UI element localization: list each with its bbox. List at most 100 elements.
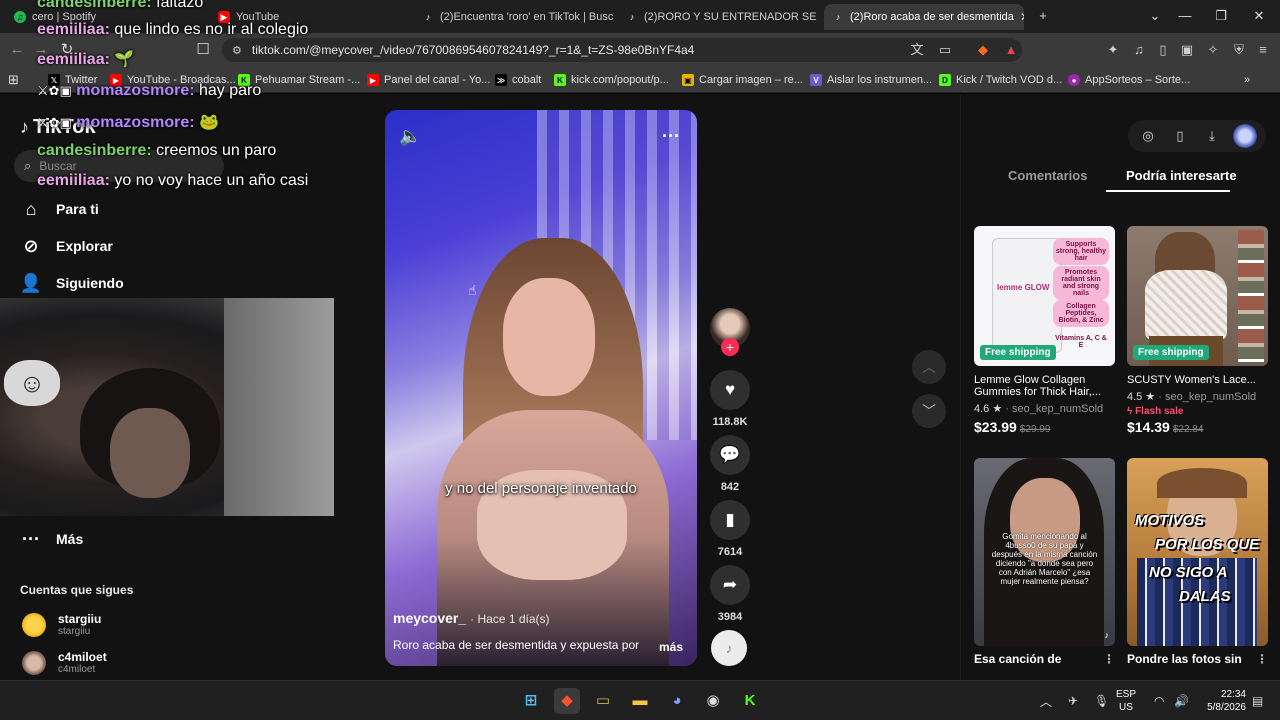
bookmark-kick-popout[interactable]: K kick.com/popout/p... bbox=[554, 71, 669, 89]
game-controller-icon[interactable]: ▭ bbox=[590, 688, 616, 714]
description-more-button[interactable]: más bbox=[659, 640, 683, 654]
bookmark-kick-twitch-vod[interactable]: D Kick / Twitch VOD d... bbox=[939, 71, 1062, 89]
rating-value: 4.6 bbox=[974, 403, 990, 415]
chat-message: ⚔✿▣ momazosmore: 🐸 bbox=[37, 112, 219, 132]
comment-button[interactable]: 💬 842 bbox=[708, 435, 752, 493]
recommended-video[interactable]: MOTIVOS POR LOS QUE NO SIGO A DALAS Pond… bbox=[1127, 458, 1268, 666]
sound-disc-icon[interactable]: ♪ bbox=[711, 630, 747, 666]
vpn-icon[interactable]: ⛨ bbox=[1230, 41, 1248, 59]
close-tab-icon[interactable]: ✕ bbox=[1020, 10, 1024, 24]
tab-podria-interesarte[interactable]: Podría interesarte bbox=[1126, 168, 1237, 183]
tab-tiktok-active[interactable]: ♪ (2)Roro acaba de ser desmentida ✕ bbox=[824, 4, 1024, 30]
bookmark-cargar-imagen[interactable]: ▣ Cargar imagen – re... bbox=[682, 71, 803, 89]
appsorteos-icon: ● bbox=[1068, 74, 1080, 86]
language-indicator[interactable]: ESP US bbox=[1116, 688, 1136, 714]
flash-sale-badge: ϟ Flash sale bbox=[1127, 406, 1268, 417]
like-button[interactable]: ♥ 118.8K bbox=[708, 370, 752, 428]
minimize-button[interactable]: — bbox=[1170, 6, 1200, 26]
bookmark-label: Kick / Twitch VOD d... bbox=[956, 74, 1063, 86]
bookmark-cobalt[interactable]: ≫ cobalt bbox=[495, 71, 541, 89]
chat-user: candesinberre: bbox=[37, 0, 152, 11]
tab-label: (2)Roro acaba de ser desmentida bbox=[850, 11, 1014, 23]
free-shipping-badge: Free shipping bbox=[1133, 345, 1209, 360]
recommended-video[interactable]: Gomita mencionando al 4busso0 de su papá… bbox=[974, 458, 1115, 666]
like-count: 118.8K bbox=[712, 416, 748, 428]
tray-app-icon[interactable]: ✈ bbox=[1068, 681, 1078, 720]
bookmark-appsorteos[interactable]: ● AppSorteos – Sorte... bbox=[1068, 71, 1190, 89]
video-title: Pondre las fotos sin bbox=[1127, 652, 1242, 666]
microphone-icon[interactable]: 🎙 bbox=[1094, 681, 1109, 720]
thumb-overlay-text: MOTIVOS bbox=[1135, 512, 1205, 529]
volume-icon[interactable]: 🔈 bbox=[399, 126, 421, 148]
menu-icon[interactable]: ≡ bbox=[1254, 41, 1272, 59]
chat-text: que lindo es no ir al colegio bbox=[114, 21, 309, 38]
share-button[interactable]: ➦ 3984 bbox=[708, 565, 752, 623]
seller-name: seo_kep_numSold bbox=[1012, 403, 1104, 415]
nav-label: Para ti bbox=[56, 201, 99, 217]
profile-avatar[interactable] bbox=[1233, 124, 1257, 148]
sidebar-icon[interactable]: ▯ bbox=[1154, 41, 1172, 59]
tab-tiktok-search[interactable]: ♪ (2)Encuentra 'roro' en TikTok | Busca bbox=[414, 4, 614, 30]
product-image: Free shipping bbox=[1127, 226, 1268, 366]
video-title-row: Pondre las fotos sin ⋮ bbox=[1127, 652, 1268, 666]
video-options-icon[interactable]: ⋮ bbox=[1256, 652, 1268, 666]
media-icon[interactable]: ♫ bbox=[1130, 41, 1148, 59]
clock[interactable]: 22:34 5/8/2026 bbox=[1196, 688, 1246, 714]
next-video-button[interactable]: ﹀ bbox=[912, 394, 946, 428]
notifications-icon[interactable]: ▤ bbox=[1252, 681, 1263, 720]
leo-ai-icon[interactable]: ✧ bbox=[1204, 41, 1222, 59]
file-explorer-icon[interactable]: ▬ bbox=[627, 688, 653, 714]
save-button[interactable]: ▮ 7614 bbox=[708, 500, 752, 558]
thumb-hair bbox=[1157, 468, 1247, 498]
account-c4miloet[interactable]: c4miloet c4miloet bbox=[22, 650, 107, 676]
obs-icon[interactable]: ◉ bbox=[700, 688, 726, 714]
nav-mas[interactable]: ··· Más bbox=[20, 528, 83, 550]
bookmark-label: Cargar imagen – re... bbox=[699, 74, 803, 86]
coin-icon[interactable]: ◎ bbox=[1137, 128, 1159, 144]
product-claim: Supports strong, healthy hair bbox=[1053, 238, 1109, 265]
video-player[interactable]: 🔈 ··· y no del personaje inventado meyco… bbox=[385, 110, 697, 666]
discord-icon[interactable]: ◕ bbox=[664, 688, 690, 714]
tab-label: (2)Encuentra 'roro' en TikTok | Busca bbox=[440, 11, 614, 23]
tab-search-button[interactable]: ⌄ bbox=[1140, 6, 1170, 26]
account-stargiiu[interactable]: stargiiu stargiiu bbox=[22, 612, 101, 638]
chat-message: eemiiliaa: 🌱 bbox=[37, 49, 134, 69]
tab-comentarios[interactable]: Comentarios bbox=[1008, 168, 1087, 183]
bookmark-label: cobalt bbox=[512, 74, 542, 86]
youtube-icon: ▶ bbox=[367, 74, 379, 86]
product-card[interactable]: lemme GLOW Supports strong, healthy hair… bbox=[974, 226, 1115, 435]
more-bookmarks-icon[interactable]: » bbox=[1244, 71, 1250, 89]
video-options-icon[interactable]: ⋮ bbox=[1103, 652, 1115, 666]
chat-user: eemiiliaa: bbox=[37, 51, 110, 68]
cast-icon[interactable]: ▭ bbox=[936, 41, 954, 59]
bookmark-aislar[interactable]: V Aislar los instrumen... bbox=[810, 71, 932, 89]
tab-tiktok-roro[interactable]: ♪ (2)RORO Y SU ENTRENADOR SE TIENE bbox=[618, 4, 818, 30]
bookmark-panel-canal[interactable]: ▶ Panel del canal - Yo... bbox=[367, 71, 490, 89]
nav-explorar[interactable]: ⊘ Explorar bbox=[20, 235, 112, 257]
maximize-button[interactable]: ❐ bbox=[1206, 6, 1236, 26]
brave-shields-icon[interactable]: ◆ bbox=[974, 41, 992, 59]
chat-user: momazosmore: bbox=[76, 82, 195, 99]
translate-icon[interactable]: 文 bbox=[908, 41, 926, 59]
video-author[interactable]: meycover_ · Hace 1 día(s) bbox=[393, 610, 550, 626]
volume-icon[interactable]: 🔊 bbox=[1174, 681, 1189, 720]
follow-plus-icon[interactable]: + bbox=[721, 338, 739, 356]
video-more-icon[interactable]: ··· bbox=[659, 126, 683, 148]
close-window-button[interactable]: ✕ bbox=[1244, 6, 1274, 26]
new-tab-button[interactable]: + bbox=[1028, 6, 1058, 26]
tray-overflow-icon[interactable]: ︿ bbox=[1040, 681, 1052, 720]
wallet-icon[interactable]: ▣ bbox=[1178, 41, 1196, 59]
windows-start-icon[interactable]: ⊞ bbox=[518, 688, 544, 714]
brave-browser-icon[interactable]: ◆ bbox=[554, 688, 580, 714]
nav-para-ti[interactable]: ⌂ Para ti bbox=[20, 198, 99, 220]
product-card[interactable]: Free shipping SCUSTY Women's Lace... 4.5… bbox=[1127, 226, 1268, 435]
kick-icon[interactable]: K bbox=[737, 688, 763, 714]
nav-siguiendo[interactable]: 👤 Siguiendo bbox=[20, 272, 124, 294]
download-icon[interactable]: ⤓ bbox=[1201, 128, 1223, 144]
share-count: 3984 bbox=[717, 611, 743, 623]
previous-video-button[interactable]: ︿ bbox=[912, 350, 946, 384]
wifi-icon[interactable]: ◠ bbox=[1154, 681, 1164, 720]
brave-rewards-icon[interactable]: ▲ bbox=[1002, 41, 1020, 59]
mobile-icon[interactable]: ▯ bbox=[1169, 128, 1191, 144]
extensions-icon[interactable]: ✦ bbox=[1104, 41, 1122, 59]
